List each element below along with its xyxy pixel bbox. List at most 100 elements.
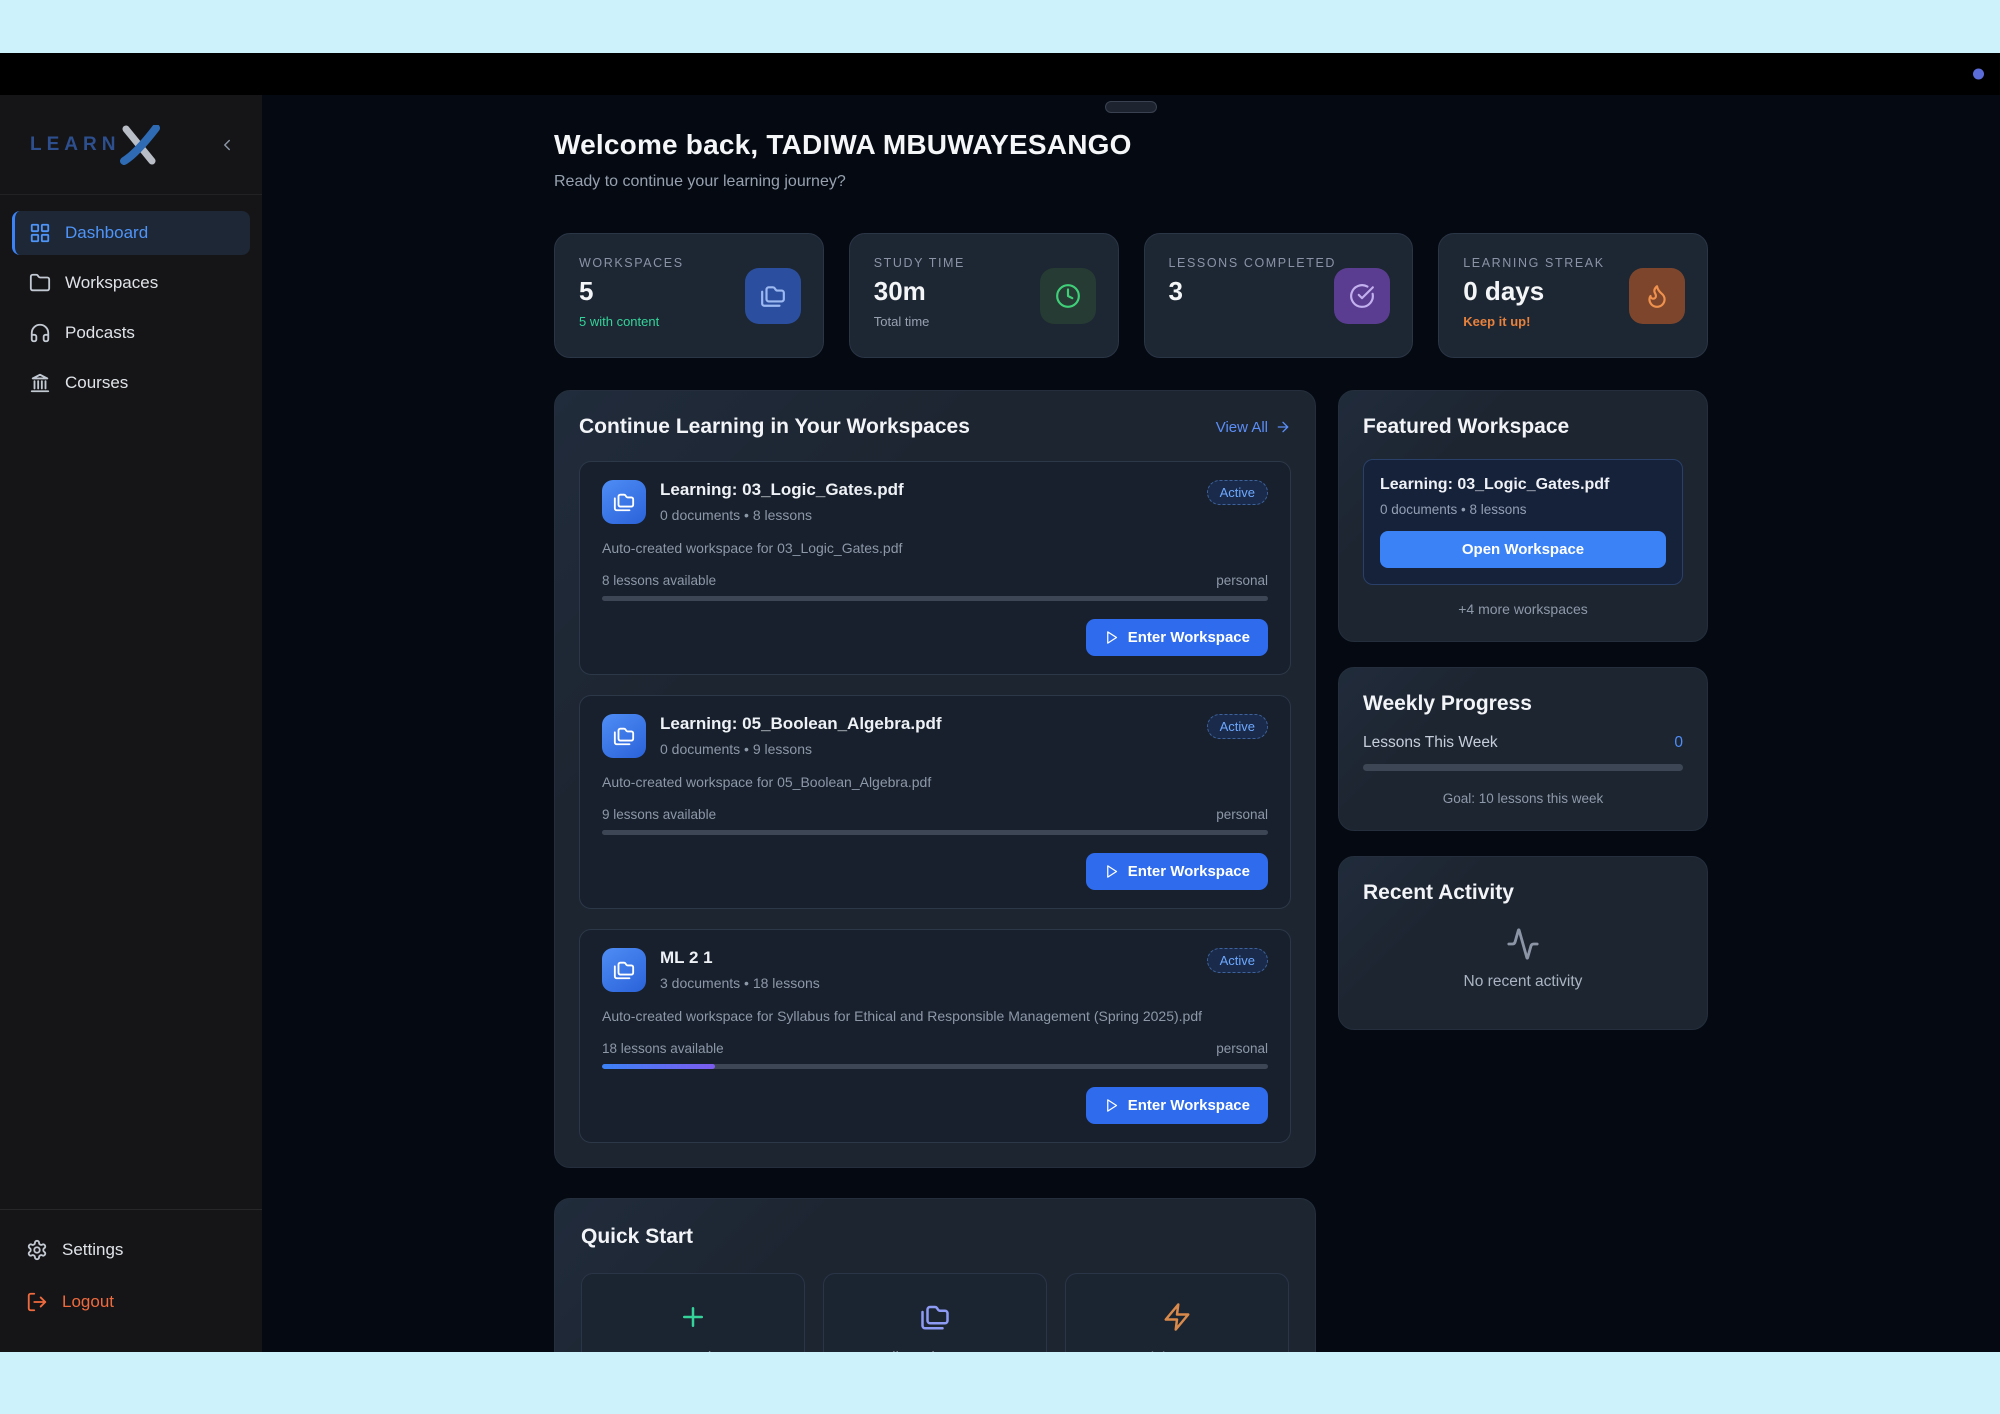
app-window: LEARN Dashboard: [0, 0, 2000, 1414]
zap-icon: [1162, 1302, 1192, 1332]
progress-fill: [602, 1064, 715, 1069]
all-workspaces-tile[interactable]: All Workspaces: [823, 1273, 1047, 1352]
sidebar-item-label: Logout: [62, 1292, 114, 1312]
stat-card-workspaces: WORKSPACES 5 5 with content: [554, 233, 824, 358]
workspace-meta: 3 documents • 18 lessons: [660, 975, 820, 991]
title-bar: [0, 53, 2000, 95]
view-all-label: View All: [1216, 419, 1268, 436]
workspace-title: Learning: 03_Logic_Gates.pdf: [660, 480, 904, 500]
stats-row: WORKSPACES 5 5 with content STUDY TIME 3…: [554, 233, 1708, 358]
weekly-progress-track: [1363, 764, 1683, 771]
sidebar-item-label: Settings: [62, 1240, 123, 1260]
play-icon: [1104, 864, 1119, 879]
lessons-available: 9 lessons available: [602, 807, 716, 822]
continue-learning-panel: Continue Learning in Your Workspaces Vie…: [554, 390, 1316, 1168]
stat-card-lessons-completed: LESSONS COMPLETED 3: [1144, 233, 1414, 358]
sidebar-nav: Dashboard Workspaces Podcasts: [0, 195, 262, 421]
logo-x-mark-icon: [118, 125, 162, 165]
workspace-description: Auto-created workspace for Syllabus for …: [602, 1008, 1268, 1024]
folders-icon: [745, 268, 801, 324]
lessons-available: 18 lessons available: [602, 1041, 724, 1056]
enter-workspace-button[interactable]: Enter Workspace: [1086, 1087, 1268, 1124]
right-column: Featured Workspace Learning: 03_Logic_Ga…: [1338, 390, 1708, 1030]
featured-workspace-panel: Featured Workspace Learning: 03_Logic_Ga…: [1338, 390, 1708, 642]
create-workspace-tile[interactable]: Create Workspace: [581, 1273, 805, 1352]
visibility-label: personal: [1216, 1041, 1268, 1056]
section-title: Quick Start: [581, 1225, 1289, 1249]
recent-activity-panel: Recent Activity No recent activity: [1338, 856, 1708, 1030]
weekly-goal-label: Goal: 10 lessons this week: [1363, 791, 1683, 806]
page-title: Welcome back, TADIWA MBUWAYESANGO: [554, 129, 1708, 161]
progress-track: [602, 1064, 1268, 1069]
stat-card-study-time: STUDY TIME 30m Total time: [849, 233, 1119, 358]
activity-pulse-icon: [1506, 927, 1540, 961]
clock-icon: [1040, 268, 1096, 324]
plus-icon: [678, 1302, 708, 1332]
weekly-progress-panel: Weekly Progress Lessons This Week 0 Goal…: [1338, 667, 1708, 831]
featured-workspace-card[interactable]: Learning: 03_Logic_Gates.pdf 0 documents…: [1363, 459, 1683, 585]
sidebar-item-label: Courses: [65, 373, 128, 393]
folder-icon: [29, 272, 51, 294]
lessons-available: 8 lessons available: [602, 573, 716, 588]
visibility-label: personal: [1216, 807, 1268, 822]
workspace-card-logic-gates[interactable]: Learning: 03_Logic_Gates.pdf 0 documents…: [579, 461, 1291, 675]
workspace-folders-icon: [602, 948, 646, 992]
status-badge: Active: [1207, 714, 1268, 739]
button-label: Enter Workspace: [1128, 1097, 1250, 1114]
arrow-right-icon: [1275, 419, 1291, 435]
button-label: Enter Workspace: [1128, 629, 1250, 646]
progress-track: [602, 830, 1268, 835]
workspace-description: Auto-created workspace for 03_Logic_Gate…: [602, 540, 1268, 556]
sidebar-item-settings[interactable]: Settings: [12, 1228, 250, 1272]
logo-block: LEARN: [0, 95, 262, 195]
sidebar-item-podcasts[interactable]: Podcasts: [12, 311, 250, 355]
featured-workspace-meta: 0 documents • 8 lessons: [1380, 502, 1666, 517]
app-body: LEARN Dashboard: [0, 95, 2000, 1352]
top-strip: [0, 0, 2000, 53]
sidebar-collapse-button[interactable]: [218, 136, 236, 154]
open-workspace-button[interactable]: Open Workspace: [1380, 531, 1666, 568]
sidebar-item-dashboard[interactable]: Dashboard: [12, 211, 250, 255]
workspace-meta: 0 documents • 9 lessons: [660, 741, 942, 757]
featured-workspace-title: Learning: 03_Logic_Gates.pdf: [1380, 476, 1666, 494]
visibility-label: personal: [1216, 573, 1268, 588]
section-title: Recent Activity: [1363, 881, 1683, 905]
progress-track: [602, 596, 1268, 601]
workspace-description: Auto-created workspace for 05_Boolean_Al…: [602, 774, 1268, 790]
quick-start-panel: Quick Start Create Workspace: [554, 1198, 1316, 1352]
sidebar-item-label: Workspaces: [65, 273, 158, 293]
sidebar-item-workspaces[interactable]: Workspaces: [12, 261, 250, 305]
workspace-folders-icon: [602, 714, 646, 758]
status-badge: Active: [1207, 948, 1268, 973]
workspace-list: Learning: 03_Logic_Gates.pdf 0 documents…: [579, 461, 1291, 1143]
drag-handle[interactable]: [1105, 101, 1157, 113]
play-icon: [1104, 630, 1119, 645]
section-title: Continue Learning in Your Workspaces: [579, 415, 970, 439]
workspace-title: Learning: 05_Boolean_Algebra.pdf: [660, 714, 942, 734]
learnx-logo: LEARN: [30, 125, 162, 165]
enter-workspace-button[interactable]: Enter Workspace: [1086, 853, 1268, 890]
button-label: Enter Workspace: [1128, 863, 1250, 880]
flame-icon: [1629, 268, 1685, 324]
more-workspaces-label: +4 more workspaces: [1363, 601, 1683, 617]
sidebar-item-logout[interactable]: Logout: [12, 1280, 250, 1324]
sidebar-item-courses[interactable]: Courses: [12, 361, 250, 405]
workspace-folders-icon: [602, 480, 646, 524]
workspace-card-ml-2-1[interactable]: ML 2 1 3 documents • 18 lessons Active A…: [579, 929, 1291, 1143]
logo-text: LEARN: [30, 134, 120, 156]
weekly-row-value: 0: [1674, 734, 1683, 752]
workspace-card-boolean-algebra[interactable]: Learning: 05_Boolean_Algebra.pdf 0 docum…: [579, 695, 1291, 909]
view-all-link[interactable]: View All: [1216, 419, 1291, 436]
dashboard-grid-icon: [29, 222, 51, 244]
empty-state-label: No recent activity: [1464, 973, 1583, 991]
gear-icon: [26, 1239, 48, 1261]
status-badge: Active: [1207, 480, 1268, 505]
main-area: Welcome back, TADIWA MBUWAYESANGO Ready …: [262, 95, 2000, 1352]
page-subtitle: Ready to continue your learning journey?: [554, 173, 1708, 191]
sidebar-item-label: Podcasts: [65, 323, 135, 343]
logout-icon: [26, 1291, 48, 1313]
check-circle-icon: [1334, 268, 1390, 324]
sidebar-item-label: Dashboard: [65, 223, 148, 243]
sidebar-footer: Settings Logout: [0, 1209, 262, 1352]
enter-workspace-button[interactable]: Enter Workspace: [1086, 619, 1268, 656]
